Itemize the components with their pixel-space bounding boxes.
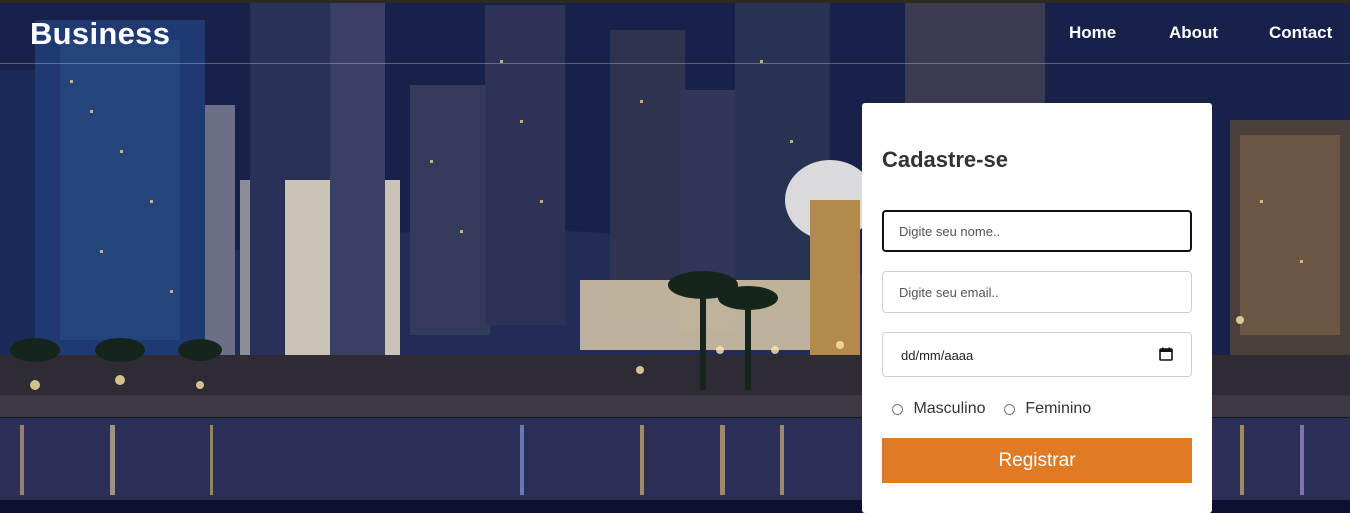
radio-label-masculino: Masculino [913,400,986,417]
date-placeholder: dd/mm/aaaa [901,348,974,363]
form-title: Cadastre-se [882,147,1008,172]
signup-card: Cadastre-se dd/mm/aaaa Masculino Feminin… [862,103,1212,513]
radio-label-feminino: Feminino [1025,400,1092,417]
nav-link-about[interactable]: About [1169,23,1218,43]
gender-radio-group: Masculino Feminino [892,400,1091,420]
name-input[interactable] [882,210,1192,252]
nav-link-contact[interactable]: Contact [1269,23,1332,43]
radio-masculino[interactable] [892,403,903,415]
birthdate-input[interactable]: dd/mm/aaaa [882,332,1192,377]
brand-logo[interactable]: Business [30,16,170,52]
nav-link-home[interactable]: Home [1069,23,1116,43]
register-button[interactable]: Registrar [882,438,1192,483]
calendar-icon[interactable] [1159,347,1173,361]
navbar: Business Home About Contact [0,3,1350,64]
radio-feminino[interactable] [1003,403,1015,415]
email-input[interactable] [882,271,1192,313]
